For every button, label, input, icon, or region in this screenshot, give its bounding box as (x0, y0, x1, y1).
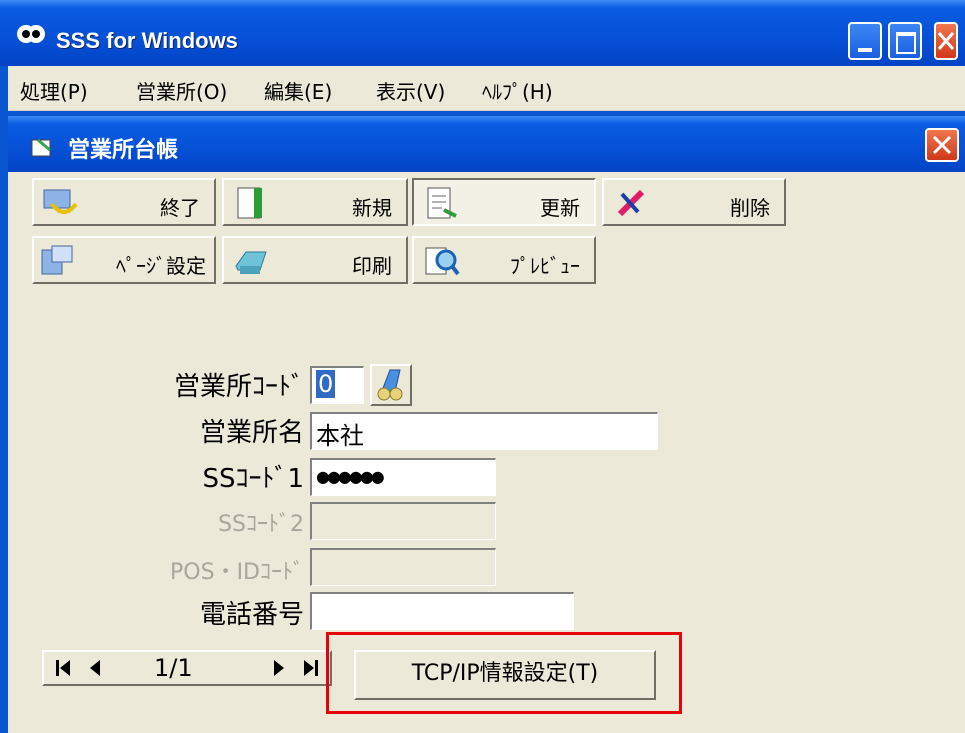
preview-icon (425, 247, 460, 276)
next-record-button[interactable] (264, 654, 294, 682)
menu-bar: 処理(P) 営業所(O) 編集(E) 表示(V) ﾍﾙﾌﾟ(H) (8, 66, 965, 111)
ss-code1-input[interactable]: ●●●●●● (310, 458, 496, 496)
exit-icon (43, 189, 78, 214)
menu-process[interactable]: 処理(P) (20, 76, 88, 105)
last-record-icon (304, 660, 318, 676)
minimize-icon (858, 48, 872, 52)
exit-label: 終了 (160, 196, 200, 220)
prev-record-button[interactable] (80, 654, 110, 682)
pos-id-input (310, 548, 496, 586)
search-button[interactable] (370, 364, 412, 406)
window-title: SSS for Windows (56, 28, 238, 53)
phone-label: 電話番号 (199, 600, 304, 630)
page-setup-icon (41, 245, 73, 275)
office-code-value: 0 (316, 370, 336, 398)
delete-icon (617, 189, 645, 217)
ss-code1-label: SSｺｰﾄﾞ1 (202, 464, 304, 494)
app-window: SSS for Windows 処理(P) 営業所(O) 編集(E) 表示(V)… (0, 0, 965, 733)
office-code-input[interactable]: 0 (310, 366, 364, 404)
office-name-label: 営業所名 (199, 418, 304, 448)
close-button[interactable] (934, 22, 958, 60)
page-setup-label: ﾍﾟｰｼﾞ設定 (116, 254, 206, 278)
update-button[interactable]: 更新 (412, 178, 596, 226)
print-button[interactable]: 印刷 (222, 236, 408, 284)
delete-button[interactable]: 削除 (602, 178, 786, 226)
phone-input[interactable] (310, 592, 574, 630)
record-navigator: 1/1 (42, 650, 332, 686)
prev-record-icon (90, 660, 100, 676)
new-label: 新規 (352, 196, 392, 220)
ledger-icon (31, 138, 51, 157)
child-close-button[interactable] (925, 128, 959, 162)
child-title-bar[interactable]: 営業所台帳 (8, 116, 965, 172)
update-label: 更新 (540, 196, 580, 220)
pos-id-label: POS・IDｺｰﾄﾞ (170, 560, 304, 585)
preview-label: ﾌﾟﾚﾋﾞｭｰ (510, 254, 580, 278)
menu-help[interactable]: ﾍﾙﾌﾟ(H) (482, 76, 553, 105)
maximize-icon (896, 32, 916, 54)
delete-label: 削除 (730, 196, 770, 220)
child-window-title: 営業所台帳 (68, 138, 179, 163)
highlight-box (326, 632, 682, 714)
close-icon (937, 32, 955, 50)
office-code-label: 営業所ｺｰﾄﾞ (173, 372, 304, 402)
print-label: 印刷 (352, 254, 392, 278)
new-button[interactable]: 新規 (222, 178, 408, 226)
ss-code2-input (310, 502, 496, 540)
first-record-icon (56, 660, 70, 676)
menu-office[interactable]: 営業所(O) (136, 76, 227, 105)
close-icon (932, 135, 952, 155)
exit-button[interactable]: 終了 (32, 178, 216, 226)
last-record-button[interactable] (296, 654, 326, 682)
binoculars-icon (377, 369, 403, 401)
page-indicator: 1/1 (154, 654, 193, 682)
title-bar[interactable]: SSS for Windows (0, 0, 965, 66)
new-document-icon (237, 187, 262, 219)
preview-button[interactable]: ﾌﾟﾚﾋﾞｭｰ (412, 236, 596, 284)
app-icon (17, 25, 45, 43)
page-setup-button[interactable]: ﾍﾟｰｼﾞ設定 (32, 236, 216, 284)
first-record-button[interactable] (48, 654, 78, 682)
menu-edit[interactable]: 編集(E) (264, 76, 332, 105)
printer-icon (235, 251, 267, 274)
minimize-button[interactable] (848, 22, 882, 60)
maximize-button[interactable] (888, 22, 922, 60)
office-name-input[interactable]: 本社 (310, 412, 658, 450)
next-record-icon (274, 660, 284, 676)
ss-code2-label: SSｺｰﾄﾞ2 (218, 512, 304, 537)
menu-view[interactable]: 表示(V) (376, 76, 445, 105)
update-document-icon (427, 187, 457, 219)
